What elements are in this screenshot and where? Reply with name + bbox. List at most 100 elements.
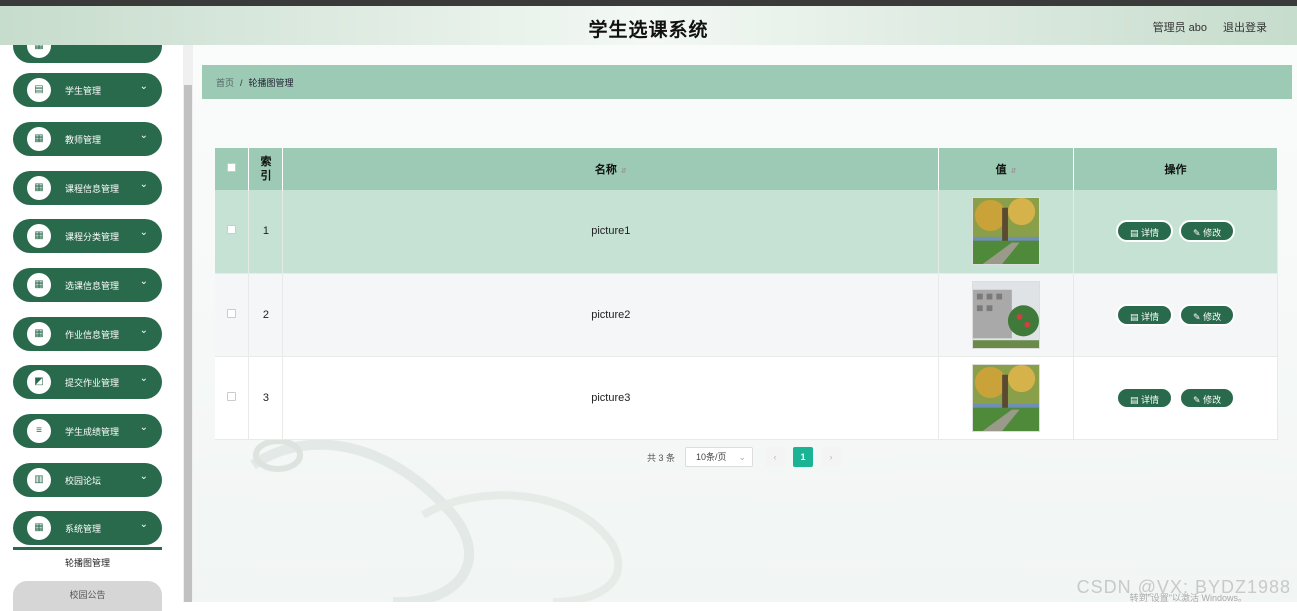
chevron-down-icon: ⌄ <box>139 519 148 530</box>
row-checkbox[interactable] <box>227 225 237 235</box>
select-all-checkbox[interactable] <box>227 163 237 172</box>
sidebar-item-label: 学生成绩管理 <box>65 427 120 437</box>
chevron-down-icon: ⌄ <box>139 276 148 287</box>
table-header-row: 索引 名称 ⇵ 值 ⇵ 操作 <box>215 148 1278 190</box>
grid-icon: ▦ <box>27 322 51 346</box>
col-actions-label: 操作 <box>1164 164 1187 176</box>
sidebar-item-teacher[interactable]: ▦ 教师管理 ⌄ <box>13 122 162 156</box>
col-value[interactable]: 值 ⇵ <box>938 148 1075 190</box>
col-value-label: 值 <box>995 164 1007 176</box>
table-row[interactable]: 2 picture2 ▤ 详情 ✎ 修改 <box>215 273 1278 357</box>
chevron-down-icon: ⌄ <box>139 227 148 238</box>
sidebar-item-course-category[interactable]: ▦ 课程分类管理 ⌄ <box>13 219 162 253</box>
document-icon: ▤ <box>1129 311 1141 322</box>
edit-button[interactable]: ✎ 修改 <box>1179 220 1236 243</box>
detail-button[interactable]: ▤ 详情 <box>1115 303 1174 326</box>
breadcrumb-separator: / <box>240 78 243 88</box>
row-select-cell <box>215 190 250 274</box>
app-title: 学生选课系统 <box>588 20 709 41</box>
sidebar-item-system[interactable]: ▦ 系统管理 ⌄ <box>13 511 162 545</box>
row-actions: ▤ 详情 ✎ 修改 <box>1073 356 1278 440</box>
sidebar-item-grades[interactable]: ≡ 学生成绩管理 ⌄ <box>13 414 162 448</box>
logout-link[interactable]: 退出登录 <box>1223 19 1267 35</box>
breadcrumb: 首页 / 轮播图管理 <box>202 65 1292 99</box>
detail-label: 详情 <box>1141 228 1160 239</box>
grid-icon: ▦ <box>27 127 51 151</box>
pencil-icon: ✎ <box>1193 311 1204 322</box>
page-number-1[interactable]: 1 <box>793 447 814 467</box>
row-name: picture2 <box>282 273 940 357</box>
document-icon: ▤ <box>1129 228 1141 239</box>
sidebar: ▦ ▤ 学生管理 ⌄ ▦ 教师管理 ⌄ ▦ 课程信息管理 ⌄ ▦ 课程分类管理 … <box>0 45 183 602</box>
grid-icon: ▦ <box>27 176 51 200</box>
chevron-down-icon: ⌄ <box>139 179 148 190</box>
sidebar-item-label: 课程分类管理 <box>65 232 120 242</box>
col-name[interactable]: 名称 ⇵ <box>282 148 940 190</box>
row-checkbox[interactable] <box>227 308 237 318</box>
grid-icon: ▦ <box>27 273 51 297</box>
sidebar-item-course-info[interactable]: ▦ 课程信息管理 ⌄ <box>13 171 162 205</box>
detail-button[interactable]: ▤ 详情 <box>1115 386 1174 409</box>
sidebar-scrollbar-thumb[interactable] <box>184 85 192 602</box>
col-name-label: 名称 <box>594 164 617 176</box>
row-index: 1 <box>248 190 284 274</box>
col-index-label: 索引 <box>260 156 272 182</box>
row-name: picture3 <box>282 356 940 440</box>
detail-label: 详情 <box>1141 394 1160 405</box>
page-size-select[interactable]: 10条/页 ⌄ <box>685 447 754 467</box>
detail-button[interactable]: ▤ 详情 <box>1115 220 1174 243</box>
sidebar-item-label: 提交作业管理 <box>65 378 120 388</box>
app-header: 学生选课系统 管理员 abo 退出登录 <box>0 6 1297 45</box>
sidebar-item-submission[interactable]: ◩ 提交作业管理 ⌄ <box>13 365 162 399</box>
edit-label: 修改 <box>1203 394 1222 405</box>
edit-button[interactable]: ✎ 修改 <box>1179 386 1236 409</box>
building-photo[interactable] <box>972 280 1041 349</box>
sidebar-item-student[interactable]: ▤ 学生管理 ⌄ <box>13 73 162 107</box>
sidebar-subitem-notice[interactable]: 校园公告 <box>13 581 162 611</box>
carousel-table: 索引 名称 ⇵ 值 ⇵ 操作 1 picture1 ▤ 详情 ✎ 修改 2 pi… <box>215 148 1278 440</box>
table-row[interactable]: 3 picture3 ▤ 详情 ✎ 修改 <box>215 356 1278 440</box>
grid-icon: ▦ <box>27 516 51 540</box>
pencil-icon: ✎ <box>1193 228 1204 239</box>
autumn-campus-photo[interactable] <box>972 363 1041 432</box>
document-icon: ▤ <box>1129 394 1141 405</box>
next-page-button[interactable]: › <box>821 447 842 467</box>
main-content: 首页 / 轮播图管理 索引 名称 ⇵ 值 ⇵ 操作 1 picture1 ▤ 详… <box>193 45 1297 602</box>
bar-chart-icon: ▥ <box>27 468 51 492</box>
select-all-cell <box>215 148 250 190</box>
sidebar-subitem-carousel[interactable]: 轮播图管理 <box>13 547 162 577</box>
chevron-down-icon: ⌄ <box>139 81 148 92</box>
sidebar-item-homework[interactable]: ▦ 作业信息管理 ⌄ <box>13 317 162 351</box>
grid-icon: ▦ <box>27 45 51 58</box>
table-row[interactable]: 1 picture1 ▤ 详情 ✎ 修改 <box>215 190 1278 274</box>
row-actions: ▤ 详情 ✎ 修改 <box>1073 273 1278 357</box>
page-size-value: 10条/页 <box>696 452 727 462</box>
id-card-icon: ▤ <box>27 78 51 102</box>
row-value-cell <box>938 190 1075 274</box>
sidebar-item-partial[interactable]: ▦ <box>13 45 162 63</box>
prev-page-button[interactable]: ‹ <box>765 447 786 467</box>
sidebar-item-label: 选课信息管理 <box>65 281 120 291</box>
sort-icon[interactable]: ⇵ <box>1011 167 1017 175</box>
row-checkbox[interactable] <box>227 391 237 401</box>
sidebar-item-label: 系统管理 <box>65 524 102 534</box>
sidebar-item-forum[interactable]: ▥ 校园论坛 ⌄ <box>13 463 162 497</box>
pagination: 共 3 条 10条/页 ⌄ ‹ 1 › <box>647 447 842 467</box>
sort-icon[interactable]: ⇵ <box>621 167 627 175</box>
breadcrumb-current: 轮播图管理 <box>248 78 294 88</box>
chevron-down-icon: ⌄ <box>139 325 148 336</box>
breadcrumb-home[interactable]: 首页 <box>216 78 234 88</box>
detail-label: 详情 <box>1141 311 1160 322</box>
row-value-cell <box>938 273 1075 357</box>
chevron-down-icon: ⌄ <box>139 130 148 141</box>
row-value-cell <box>938 356 1075 440</box>
edit-button[interactable]: ✎ 修改 <box>1179 303 1236 326</box>
chevron-down-icon: ⌄ <box>738 452 747 462</box>
sidebar-item-label: 教师管理 <box>65 135 102 145</box>
autumn-campus-photo[interactable] <box>972 197 1041 266</box>
chevron-down-icon: ⌄ <box>139 422 148 433</box>
chart-icon: ◩ <box>27 370 51 394</box>
row-actions: ▤ 详情 ✎ 修改 <box>1073 190 1278 274</box>
sidebar-item-selection[interactable]: ▦ 选课信息管理 ⌄ <box>13 268 162 302</box>
row-select-cell <box>215 273 250 357</box>
